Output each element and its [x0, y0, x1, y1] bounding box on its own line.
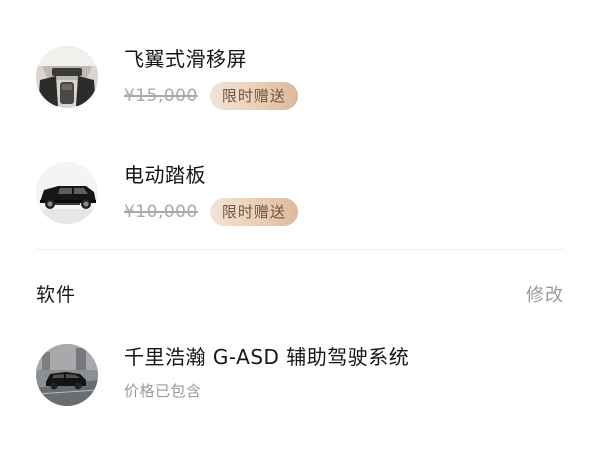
car-driving-assist-thumbnail	[36, 344, 98, 406]
option-item-sliding-screen[interactable]: 飞翼式滑移屏 ¥15,000 限时赠送	[36, 46, 576, 110]
promo-badge: 限时赠送	[209, 198, 298, 226]
software-item-g-asd[interactable]: 千里浩瀚 G-ASD 辅助驾驶系统 价格已包含	[36, 344, 576, 406]
software-section-header: 软件 修改	[36, 280, 564, 307]
item-title: 飞翼式滑移屏	[124, 47, 247, 71]
section-title: 软件	[36, 284, 77, 306]
promo-badge: 限时赠送	[209, 82, 298, 110]
item-title: 千里浩瀚 G-ASD 辅助驾驶系统	[124, 345, 410, 369]
item-title: 电动踏板	[124, 163, 206, 187]
car-interior-thumbnail	[36, 46, 98, 108]
section-divider	[36, 249, 564, 250]
original-price: ¥10,000	[124, 202, 198, 222]
car-side-step-thumbnail	[36, 162, 98, 224]
original-price: ¥15,000	[124, 86, 198, 106]
item-subtitle: 价格已包含	[124, 382, 202, 400]
option-item-power-step[interactable]: 电动踏板 ¥10,000 限时赠送	[36, 162, 576, 226]
edit-button[interactable]: 修改	[526, 281, 564, 307]
